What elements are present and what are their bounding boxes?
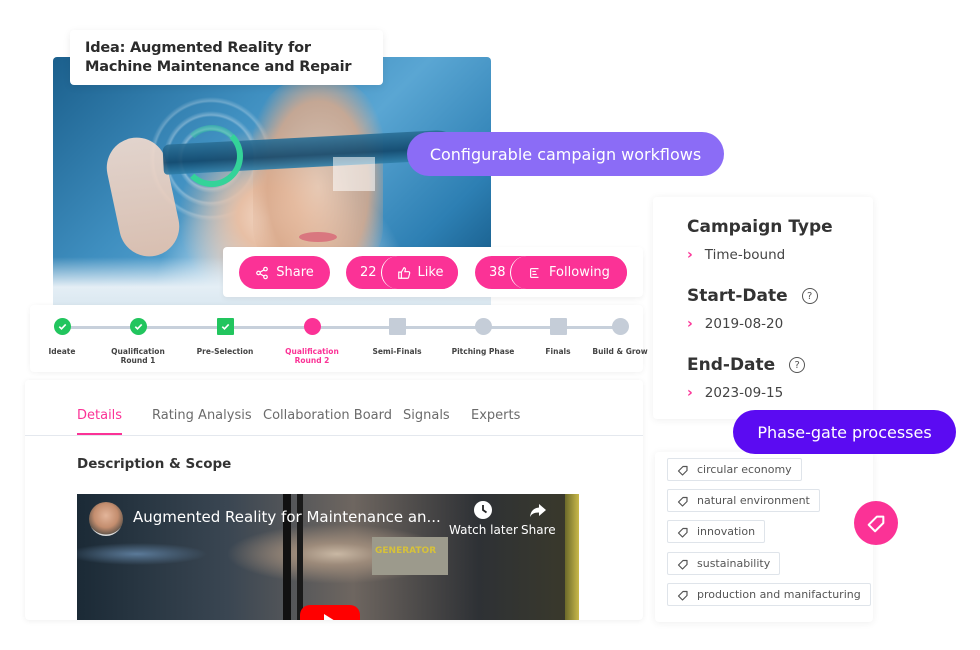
play-button[interactable] [300,605,360,620]
idea-details-panel: Details Rating Analysis Collaboration Bo… [25,380,643,620]
follow-count-value: 38 [489,265,506,280]
phase-gate-callout: Phase-gate processes [733,410,956,454]
tag-icon [677,527,688,538]
tag-chip[interactable]: innovation [667,520,766,543]
tag-icon [867,515,885,533]
end-date-text: 2023-09-15 [704,385,784,401]
clock-icon [474,501,493,519]
stepper-step[interactable]: Pitching Phase [443,318,523,356]
campaign-type-text: Time-bound [704,247,786,263]
help-icon[interactable]: ? [789,357,806,373]
idea-title: Idea: Augmented Reality for Machine Main… [70,30,383,85]
pending-step-marker [474,318,492,335]
campaign-type-heading-text: Campaign Type [687,217,833,237]
video-title[interactable]: Augmented Reality for Maintenance an... [133,508,441,526]
tag-chip[interactable]: production and manifacturing [667,583,871,606]
video-frame-generator-label: GENERATOR [372,537,448,575]
end-date-heading-text: End-Date [687,355,776,375]
tags-card: circular economy natural environment innov… [655,452,873,622]
tag-icon [677,559,688,570]
share-button[interactable]: Share [239,256,330,289]
pending-step-marker [388,318,406,335]
start-date-value: › 2019-08-20 [687,316,783,332]
current-step-marker [303,318,321,335]
stepper-step[interactable]: Build & Grow [580,318,660,356]
tag-chip[interactable]: sustainability [667,552,781,575]
stepper-step-label: Qualification Round 1 [111,347,165,365]
pending-step-marker [549,318,567,335]
tag-label: natural environment [697,494,810,507]
tag-chip[interactable]: natural environment [667,489,820,512]
end-date-value: › 2023-09-15 [687,385,783,401]
share-icon [256,266,269,279]
stepper-step-label: Build & Grow [592,347,648,356]
embedded-video-player[interactable]: GENERATOR Augmented Reality for Maintena… [77,494,579,620]
watch-later-button[interactable]: Watch later [449,500,518,537]
video-share-button[interactable]: Share [521,500,556,537]
tag-icon [677,465,688,476]
tag-label: sustainability [697,557,771,570]
channel-avatar[interactable] [89,502,123,536]
check-icon [53,318,71,335]
campaign-phase-stepper: Ideate Qualification Round 1 Pre-Selection… [30,305,648,372]
description-scope-heading: Description & Scope [77,456,232,472]
add-tag-button[interactable] [854,501,898,545]
tag-label: production and manifacturing [697,588,861,601]
tab-collaboration-board[interactable]: Collaboration Board [263,408,392,423]
stepper-step-label: Pre-Selection [196,347,254,356]
hero-hologram-panel [333,157,375,191]
idea-action-bar: Share 22 Like 38 Following [223,247,643,297]
chevron-right-icon: › [687,385,693,401]
campaign-type-heading: Campaign Type [687,217,833,237]
check-icon [129,318,147,335]
tag-chip[interactable]: circular economy [667,458,802,481]
start-date-heading-text: Start-Date [687,286,788,306]
configurable-workflows-callout: Configurable campaign workflows [407,132,724,176]
hero-hologram-ring [181,125,243,187]
following-label: Following [549,265,610,280]
check-icon [216,318,234,335]
stepper-step[interactable]: Ideate [22,318,102,356]
video-share-label: Share [521,523,556,537]
tab-rating-analysis[interactable]: Rating Analysis [152,408,252,423]
hero-lips [299,232,337,242]
stepper-step[interactable]: Qualification Round 1 [98,318,178,365]
stepper-step-label: Pitching Phase [451,347,515,356]
stepper-step-label: Ideate [48,347,76,356]
following-button[interactable]: Following [510,256,627,289]
thumbs-up-icon [397,266,410,279]
help-icon[interactable]: ? [801,288,818,304]
stepper-step[interactable]: Pre-Selection [185,318,265,356]
like-button[interactable]: Like [381,256,458,289]
pending-step-marker [611,318,629,335]
details-tabs: Details Rating Analysis Collaboration Bo… [25,380,643,436]
chevron-right-icon: › [687,247,693,263]
start-date-heading: Start-Date ? [687,286,818,306]
chevron-right-icon: › [687,316,693,332]
end-date-heading: End-Date ? [687,355,806,375]
share-arrow-icon [530,504,547,517]
following-list-icon [530,267,539,278]
tag-label: innovation [697,525,756,538]
share-label: Share [276,265,314,280]
watch-later-label: Watch later [449,523,518,537]
stepper-step-label: Semi-Finals [372,347,422,356]
like-count-value: 22 [360,265,377,280]
stepper-step[interactable]: Qualification Round 2 [272,318,352,365]
tag-icon [677,590,688,601]
stepper-step[interactable]: Semi-Finals [357,318,437,356]
tag-icon [677,496,688,507]
start-date-text: 2019-08-20 [704,316,784,332]
tab-experts[interactable]: Experts [471,408,520,423]
campaign-type-value: › Time-bound [687,247,785,263]
stepper-step-label: Qualification Round 2 [285,347,339,365]
tab-details[interactable]: Details [77,408,123,435]
campaign-info-card: Campaign Type › Time-bound Start-Date ? … [653,197,873,419]
like-label: Like [417,265,444,280]
tab-signals[interactable]: Signals [403,408,450,423]
video-frame-edge [565,494,579,620]
tag-label: circular economy [697,463,792,476]
